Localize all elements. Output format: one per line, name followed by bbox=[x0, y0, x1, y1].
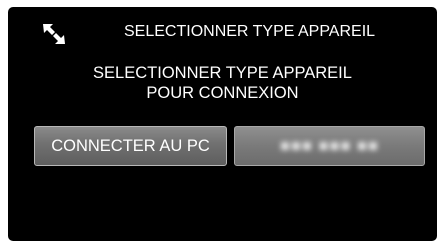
header-title: SELECTIONNER TYPE APPAREIL bbox=[124, 23, 376, 40]
connect-to-pc-button[interactable]: CONNECTER AU PC bbox=[34, 126, 227, 166]
connection-prompt: SELECTIONNER TYPE APPAREIL POUR CONNEXIO… bbox=[8, 63, 437, 103]
prompt-line-2: POUR CONNEXION bbox=[146, 84, 299, 102]
prompt-line-1: SELECTIONNER TYPE APPAREIL bbox=[93, 64, 352, 82]
usb-connection-icon bbox=[41, 21, 67, 47]
connect-to-pc-label: CONNECTER AU PC bbox=[51, 136, 210, 155]
other-device-button[interactable]: ■■■ ■■■ ■■ bbox=[234, 126, 425, 166]
other-device-label: ■■■ ■■■ ■■ bbox=[280, 136, 379, 155]
camera-lcd-screen: SELECTIONNER TYPE APPAREIL SELECTIONNER … bbox=[8, 7, 437, 241]
